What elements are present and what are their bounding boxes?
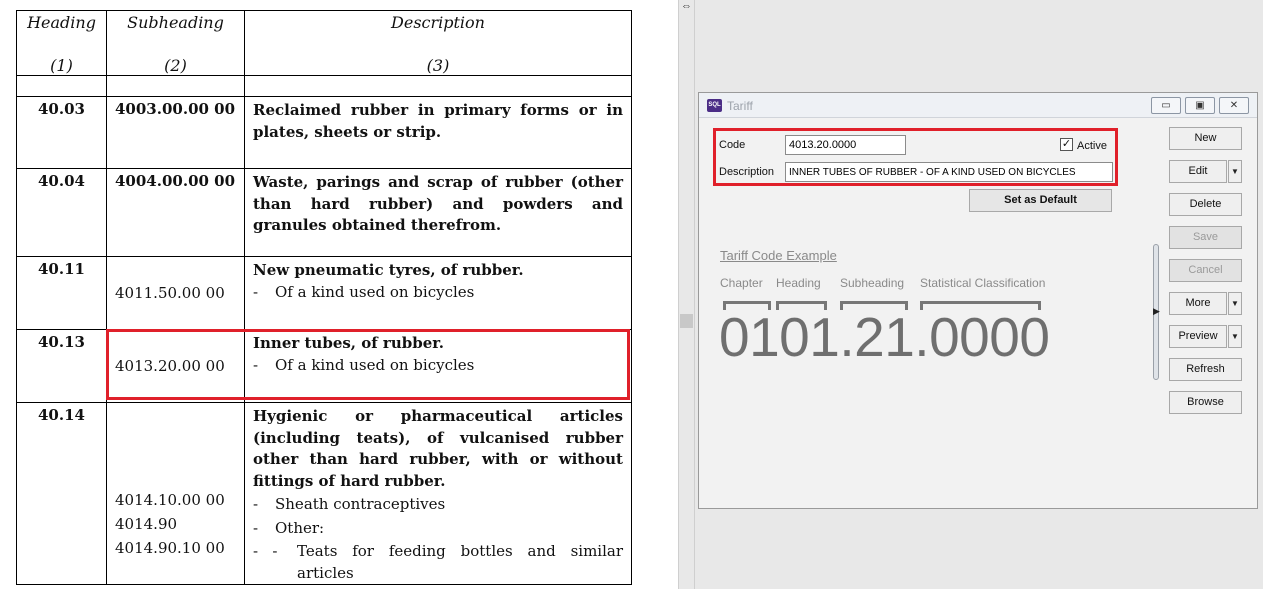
table-row: 40.11 4011.50.00 00 New pneumatic tyres,… <box>16 256 632 330</box>
cancel-button[interactable]: Cancel <box>1169 259 1242 282</box>
chapter-caption: Chapter <box>720 276 763 290</box>
active-checkbox[interactable]: ✓ <box>1060 138 1073 151</box>
more-button[interactable]: More <box>1169 292 1227 315</box>
browse-button[interactable]: Browse <box>1169 391 1242 414</box>
tariff-schedule-table: Heading (1) Subheading (2) Description (3) … <box>16 10 632 585</box>
table-spacer-row <box>16 75 632 97</box>
minimize-button[interactable]: ▭ <box>1151 97 1181 114</box>
preview-button[interactable]: Preview <box>1169 325 1227 348</box>
subheading-cell: 4004.00.00 00 <box>106 168 245 257</box>
tariff-document-pane: Heading (1) Subheading (2) Description (3) … <box>0 0 678 589</box>
more-dropdown-icon[interactable]: ▼ <box>1228 292 1242 315</box>
preview-dropdown-icon[interactable]: ▼ <box>1228 325 1242 348</box>
header-description: Description (3) <box>244 10 632 76</box>
heading-caption: Heading <box>776 276 821 290</box>
edit-button[interactable]: Edit <box>1169 160 1227 183</box>
header-subheading: Subheading (2) <box>106 10 245 76</box>
description-cell: Waste, parings and scrap of rubber (othe… <box>244 168 632 257</box>
resize-arrows-icon[interactable]: ⇔ <box>681 0 692 12</box>
window-title: Tariff <box>727 99 753 113</box>
tariff-window: SQL Tariff ▭ ▣ ✕ Code ✓ Active Descripti… <box>698 92 1258 509</box>
heading-cell: 40.11 <box>16 256 107 330</box>
heading-cell: 40.14 <box>16 402 107 585</box>
heading-cell: 40.13 <box>16 329 107 403</box>
subheading-cell: 4011.50.00 00 <box>106 256 245 330</box>
pane-splitter[interactable]: ⇔ <box>678 0 695 589</box>
splitter-grip[interactable] <box>680 314 693 328</box>
code-input[interactable] <box>785 135 906 155</box>
subheading-cell: 4003.00.00 00 <box>106 96 245 169</box>
subheading-cell: 4013.20.00 00 <box>106 329 245 403</box>
new-button[interactable]: New <box>1169 127 1242 150</box>
tariff-code-example-link[interactable]: Tariff Code Example <box>720 248 837 263</box>
description-cell: New pneumatic tyres, of rubber. - Of a ki… <box>244 256 632 330</box>
subheading-caption: Subheading <box>840 276 905 290</box>
description-label: Description <box>719 166 775 178</box>
header-heading: Heading (1) <box>16 10 107 76</box>
table-header-row: Heading (1) Subheading (2) Description (3) <box>16 10 632 76</box>
table-row: 40.14 4014.10.00 00 4014.90 4014.90.10 0… <box>16 402 632 585</box>
edit-dropdown-icon[interactable]: ▼ <box>1228 160 1242 183</box>
heading-cell: 40.04 <box>16 168 107 257</box>
delete-button[interactable]: Delete <box>1169 193 1242 216</box>
active-label[interactable]: Active <box>1077 140 1107 152</box>
expand-arrow-icon[interactable]: ▶ <box>1153 306 1160 317</box>
close-button[interactable]: ✕ <box>1219 97 1249 114</box>
app-logo-icon: SQL <box>707 99 722 112</box>
table-row: 40.03 4003.00.00 00 Reclaimed rubber in … <box>16 96 632 169</box>
refresh-button[interactable]: Refresh <box>1169 358 1242 381</box>
description-cell: Hygienic or pharmaceutical articles (inc… <box>244 402 632 585</box>
description-input[interactable] <box>785 162 1113 182</box>
heading-cell: 40.03 <box>16 96 107 169</box>
save-button[interactable]: Save <box>1169 226 1242 249</box>
table-row: 40.04 4004.00.00 00 Waste, parings and s… <box>16 168 632 257</box>
example-tariff-code: 0101.21.0000 <box>719 306 1050 368</box>
set-as-default-button[interactable]: Set as Default <box>969 189 1112 212</box>
subheading-cell: 4014.10.00 00 4014.90 4014.90.10 00 <box>106 402 245 585</box>
statistical-classification-caption: Statistical Classification <box>920 276 1046 290</box>
window-title-bar[interactable]: SQL Tariff ▭ ▣ ✕ <box>699 93 1257 118</box>
maximize-button[interactable]: ▣ <box>1185 97 1215 114</box>
description-cell: Inner tubes, of rubber. - Of a kind used … <box>244 329 632 403</box>
table-row: 40.13 4013.20.00 00 Inner tubes, of rubb… <box>16 329 632 403</box>
code-label: Code <box>719 139 746 151</box>
description-cell: Reclaimed rubber in primary forms or in … <box>244 96 632 169</box>
